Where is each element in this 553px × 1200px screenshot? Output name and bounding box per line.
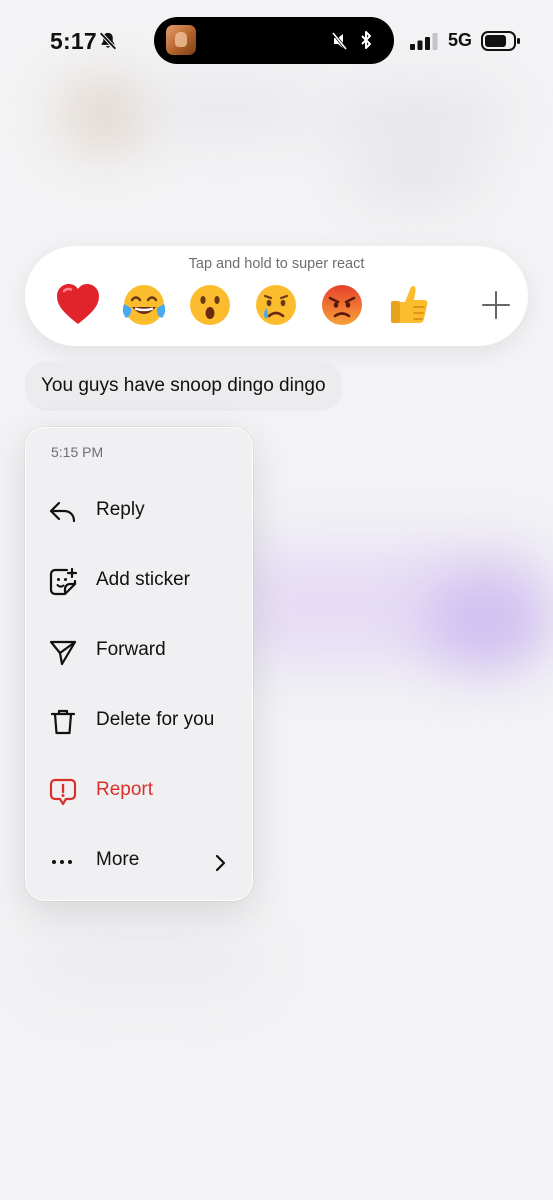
forward-label: Forward xyxy=(96,639,166,660)
message-bubble[interactable]: You guys have snoop dingo dingo xyxy=(25,361,342,411)
plus-icon[interactable] xyxy=(481,290,511,320)
thumbs-up-reaction[interactable] xyxy=(385,282,431,328)
dynamic-island[interactable] xyxy=(154,17,394,64)
more-dots-icon xyxy=(52,860,72,864)
more-menu-item[interactable]: More xyxy=(26,833,254,889)
reply-menu-item[interactable]: Reply xyxy=(26,483,254,539)
report-label: Report xyxy=(96,779,154,800)
tears-of-joy-icon xyxy=(122,285,166,325)
report-menu-item[interactable]: Report xyxy=(26,763,254,819)
battery-icon xyxy=(481,31,520,51)
emoji-row xyxy=(55,282,510,334)
cellular-signal-icon xyxy=(410,33,438,50)
crying-reaction[interactable] xyxy=(253,282,299,328)
reply-icon xyxy=(49,501,76,523)
message-context-menu: 5:15 PM Reply Add sticker Forward Delete… xyxy=(25,427,253,901)
crying-face-icon xyxy=(256,285,296,325)
red-heart-reaction[interactable] xyxy=(55,282,101,328)
thumbs-up-icon xyxy=(391,286,428,323)
add-sticker-label: Add sticker xyxy=(96,569,190,590)
chevron-right-icon xyxy=(215,854,226,872)
reply-label: Reply xyxy=(96,499,145,520)
now-playing-app-icon xyxy=(166,25,196,55)
more-label: More xyxy=(96,849,140,870)
trash-icon xyxy=(50,709,76,735)
forward-menu-item[interactable]: Forward xyxy=(26,623,254,679)
network-type: 5G xyxy=(448,30,473,50)
bell-slash-icon xyxy=(99,31,117,51)
laughing-reaction[interactable] xyxy=(121,282,167,328)
blurred-avatar xyxy=(58,80,148,150)
status-bar: 5:17 5G xyxy=(0,0,553,82)
sticker-icon xyxy=(49,567,78,596)
astonished-face-icon xyxy=(190,285,230,325)
astonished-reaction[interactable] xyxy=(187,282,233,328)
blurred-message-bubble xyxy=(425,575,545,665)
send-icon xyxy=(49,640,77,666)
angry-reaction[interactable] xyxy=(319,282,365,328)
reaction-bar: Tap and hold to super react xyxy=(25,246,528,346)
mute-bluetooth-icon xyxy=(332,31,371,50)
red-heart-icon xyxy=(57,284,99,324)
reaction-hint: Tap and hold to super react xyxy=(188,256,365,272)
angry-face-icon xyxy=(322,285,362,325)
blurred-background-content xyxy=(360,160,470,190)
status-time: 5:17 xyxy=(50,28,97,54)
message-timestamp: 5:15 PM xyxy=(51,444,104,460)
blurred-background-content xyxy=(330,95,500,135)
delete-label: Delete for you xyxy=(96,709,215,730)
add-sticker-menu-item[interactable]: Add sticker xyxy=(26,553,254,609)
report-icon xyxy=(49,778,77,806)
delete-menu-item[interactable]: Delete for you xyxy=(26,693,254,749)
blurred-header xyxy=(150,95,300,121)
blurred-background-content xyxy=(30,930,260,990)
